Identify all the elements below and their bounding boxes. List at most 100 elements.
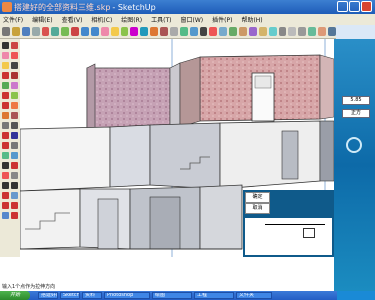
paint-icon[interactable] (2, 52, 9, 59)
freehand-tool-icon[interactable] (11, 82, 18, 89)
rotate-icon[interactable] (140, 27, 149, 36)
wireframe-icon[interactable] (288, 27, 297, 36)
pushpull-tool-icon[interactable] (11, 92, 18, 99)
text-tool-icon[interactable] (11, 132, 18, 139)
left-view-icon[interactable] (268, 27, 277, 36)
front-view-icon[interactable] (239, 27, 247, 36)
rectangle-icon[interactable] (110, 27, 119, 36)
tape-measure-icon[interactable] (169, 27, 178, 36)
intersect-tool-icon[interactable] (11, 202, 18, 209)
previous-view-tool-icon[interactable] (11, 172, 18, 179)
dimension-tool-icon[interactable] (11, 122, 18, 129)
right-view-icon[interactable] (248, 27, 257, 36)
textured-icon[interactable] (318, 27, 326, 36)
minimize-button[interactable] (337, 1, 348, 12)
zoom-icon[interactable] (199, 27, 208, 36)
copy-icon[interactable] (51, 27, 60, 36)
taskbar-item[interactable]: 工程 (194, 292, 234, 299)
iso-view-icon[interactable] (219, 27, 228, 36)
sandbox-tool-icon[interactable] (2, 202, 9, 209)
paint-bucket-icon[interactable] (100, 27, 109, 36)
menu-plugins[interactable]: 插件(P) (212, 15, 232, 24)
menu-help[interactable]: 帮助(H) (241, 15, 262, 24)
zoom-extents-tool-icon[interactable] (2, 172, 9, 179)
layer-tool-icon[interactable] (2, 212, 9, 219)
pan-tool-icon[interactable] (11, 152, 18, 159)
taskbar-item[interactable]: 绘图 (152, 292, 192, 299)
start-button[interactable]: 开始 (0, 291, 30, 300)
look-around-tool-icon[interactable] (2, 192, 9, 199)
middle-stair-wall (149, 122, 221, 190)
protractor-tool-icon[interactable] (2, 132, 9, 139)
print-icon[interactable] (31, 27, 40, 36)
taskbar-item[interactable]: 搭建好的.. (38, 292, 58, 299)
zoom-extents-icon[interactable] (209, 27, 218, 36)
walk-tool-icon[interactable] (11, 182, 18, 189)
tape-tool-icon[interactable] (2, 122, 9, 129)
menu-camera[interactable]: 相机(C) (91, 15, 112, 24)
sketchup-app-icon[interactable] (2, 2, 12, 12)
rotate-tool-icon[interactable] (2, 102, 9, 109)
scale-icon[interactable] (150, 27, 158, 36)
position-camera-tool-icon[interactable] (2, 182, 9, 189)
zoom-tool-icon[interactable] (2, 162, 9, 169)
select-arrow-icon[interactable] (2, 42, 9, 49)
eraser-icon[interactable] (11, 52, 18, 59)
hidden-line-icon[interactable] (298, 27, 307, 36)
component-icon[interactable] (11, 42, 18, 49)
menu-file[interactable]: 文件(F) (3, 15, 23, 24)
push-pull-icon[interactable] (120, 27, 129, 36)
menu-tools[interactable]: 工具(T) (151, 15, 171, 24)
arc-tool-icon[interactable] (11, 72, 18, 79)
taskbar-item[interactable]: 文件夹 (236, 292, 272, 299)
section-plane-tool-icon[interactable] (11, 192, 18, 199)
zoom-window-tool-icon[interactable] (11, 162, 18, 169)
orbit-tool-icon[interactable] (2, 152, 9, 159)
polygon-tool-icon[interactable] (2, 82, 9, 89)
panel-value-field[interactable]: 5.85 (342, 96, 370, 105)
save-icon[interactable] (21, 27, 30, 36)
menu-edit[interactable]: 编辑(E) (32, 15, 52, 24)
circle-tool-icon[interactable] (2, 72, 9, 79)
followme-tool-icon[interactable] (11, 102, 18, 109)
undo-icon[interactable] (81, 27, 89, 36)
lower-wall-right (199, 184, 243, 250)
move-tool-icon[interactable] (2, 92, 9, 99)
redo-icon[interactable] (90, 27, 99, 36)
xray-icon[interactable] (278, 27, 287, 36)
monochrome-icon[interactable] (327, 27, 336, 36)
menu-view[interactable]: 查看(V) (62, 15, 83, 24)
back-view-icon[interactable] (258, 27, 267, 36)
rectangle-tool-icon[interactable] (2, 62, 9, 69)
dialog-line (265, 224, 325, 225)
menu-draw[interactable]: 绘图(R) (121, 15, 142, 24)
shadow-tool-icon[interactable] (11, 212, 18, 219)
3d-text-tool-icon[interactable] (11, 142, 18, 149)
scale-tool-icon[interactable] (2, 112, 9, 119)
lower-door (97, 198, 119, 250)
close-button[interactable] (361, 1, 372, 12)
line-tool-icon[interactable] (11, 62, 18, 69)
offset-tool-icon[interactable] (11, 112, 18, 119)
confirm-button[interactable]: 确定 (245, 192, 270, 203)
open-folder-icon[interactable] (11, 27, 20, 36)
cut-icon[interactable] (41, 27, 50, 36)
orbit-icon[interactable] (179, 27, 188, 36)
new-file-icon[interactable] (2, 27, 10, 36)
panel-name-field[interactable]: 正方 (342, 109, 370, 118)
erase-icon[interactable] (71, 27, 79, 36)
offset-icon[interactable] (160, 27, 168, 36)
taskbar-item[interactable]: 资料 (82, 292, 102, 299)
menu-window[interactable]: 窗口(W) (181, 15, 204, 24)
maximize-button[interactable] (349, 1, 360, 12)
status-bar: 输入1个点作为拉伸方向 (0, 257, 334, 291)
taskbar-item[interactable]: Photoshop (104, 292, 150, 299)
taskbar-item[interactable]: SketchUp (60, 292, 80, 299)
move-icon[interactable] (130, 27, 139, 36)
pan-icon[interactable] (189, 27, 198, 36)
axes-tool-icon[interactable] (2, 142, 9, 149)
top-view-icon[interactable] (229, 27, 237, 36)
paste-icon[interactable] (61, 27, 70, 36)
shaded-icon[interactable] (308, 27, 316, 36)
cancel-button[interactable]: 取消 (245, 203, 270, 214)
